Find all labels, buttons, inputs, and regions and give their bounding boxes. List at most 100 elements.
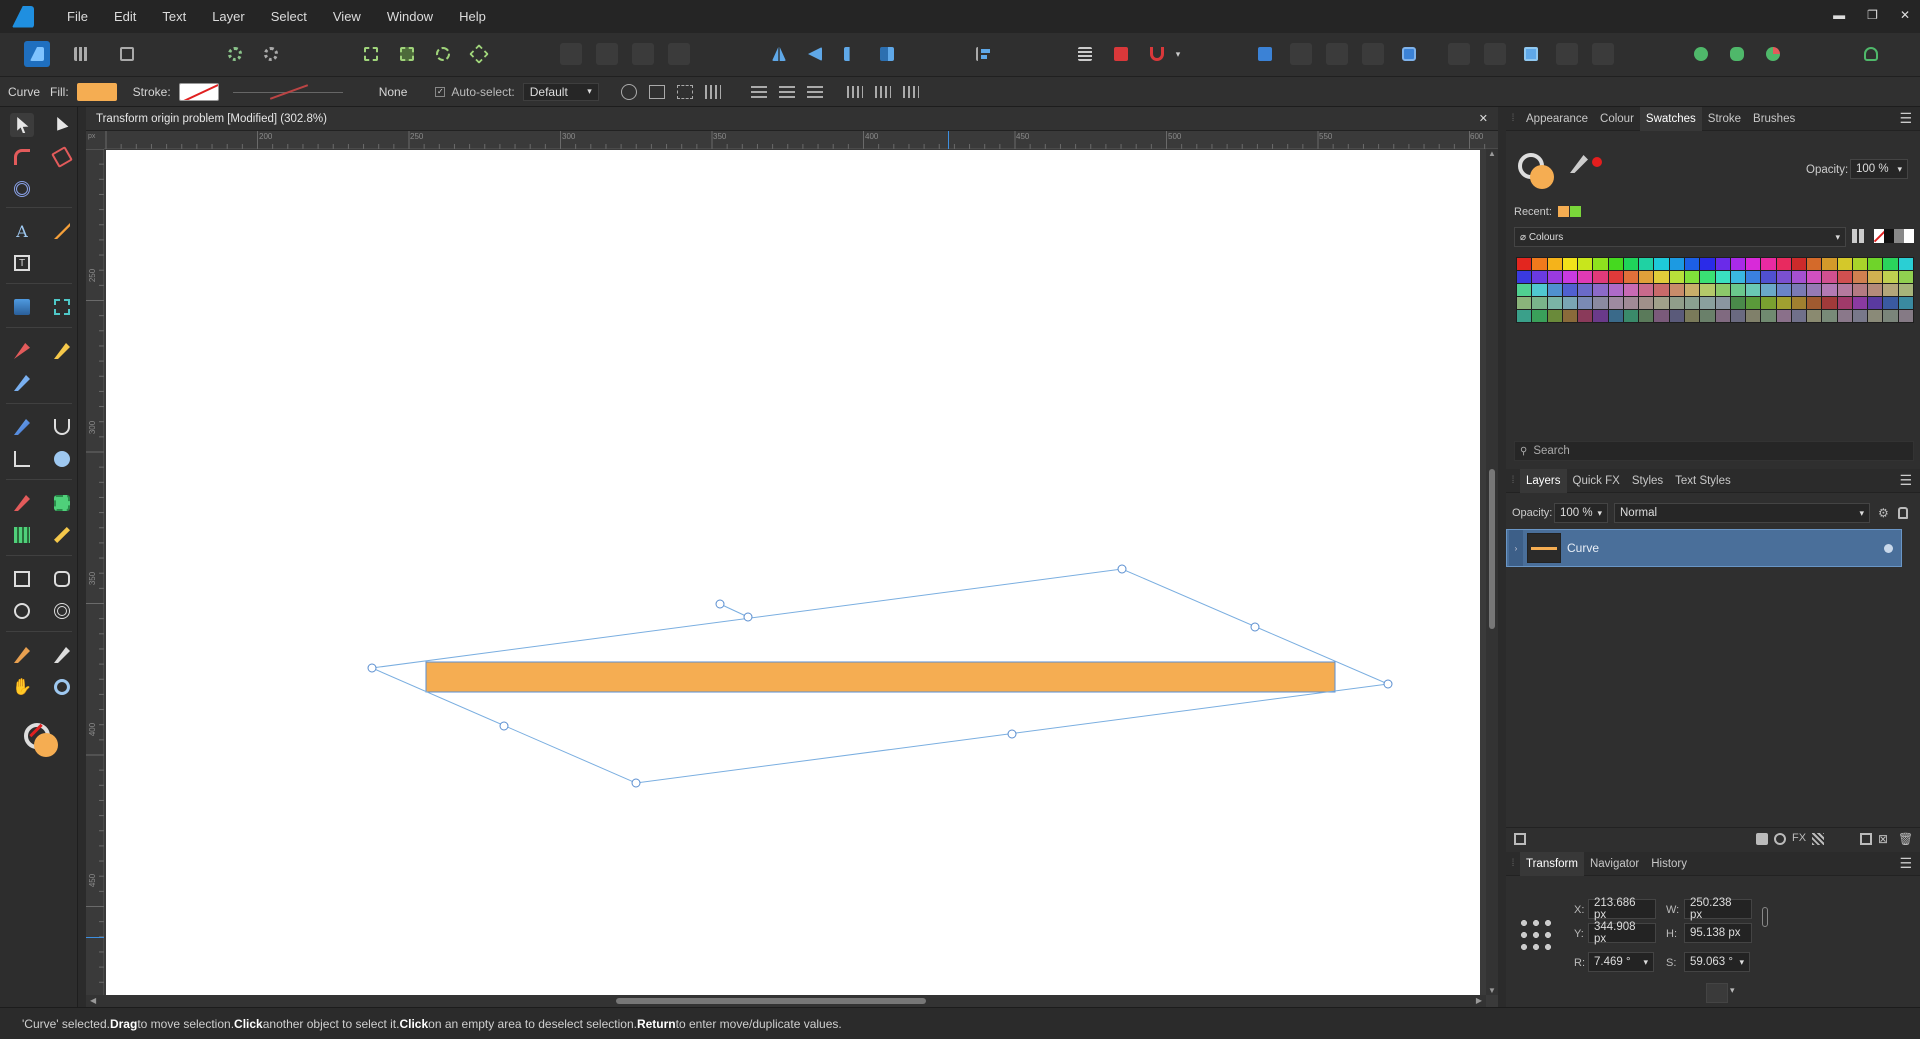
align-center-ctx-icon[interactable] (778, 85, 795, 98)
fx-icon[interactable]: FX (1792, 832, 1806, 844)
vertical-scrollbar-thumb[interactable] (1489, 469, 1495, 629)
text-path-tool-icon[interactable] (50, 219, 74, 243)
palette-swatch[interactable] (1562, 310, 1578, 322)
palette-swatch[interactable] (1623, 258, 1639, 270)
palette-swatch[interactable] (1883, 310, 1898, 322)
x-field[interactable]: 213.686 px (1588, 897, 1656, 921)
palette-swatch[interactable] (1883, 297, 1898, 309)
palette-swatch[interactable] (1822, 297, 1837, 309)
chevron-down-icon[interactable]: ▾ (1172, 43, 1184, 65)
show-transform-icon[interactable] (676, 84, 693, 99)
assistant-icon[interactable] (1520, 43, 1542, 65)
palette-swatch[interactable] (1669, 310, 1684, 322)
boolean-subtract-icon[interactable] (596, 43, 618, 65)
palette-swatch[interactable] (1761, 284, 1776, 296)
palette-swatch[interactable] (1852, 310, 1868, 322)
palette-swatch[interactable] (1608, 284, 1623, 296)
blend-mode-dropdown[interactable]: Normal ▾ (1614, 503, 1870, 523)
palette-swatch[interactable] (1715, 310, 1730, 322)
palette-swatch[interactable] (1791, 258, 1807, 270)
palette-swatch[interactable] (1639, 310, 1654, 322)
palette-swatch[interactable] (1684, 271, 1700, 283)
align-top-ctx-icon[interactable] (846, 85, 863, 98)
snapping-magnet-icon[interactable] (1146, 43, 1168, 65)
menu-window[interactable]: Window (374, 9, 446, 24)
palette-swatch[interactable] (1761, 310, 1776, 322)
arrange-front-icon[interactable] (1362, 43, 1384, 65)
flip-horizontal-icon[interactable] (768, 43, 790, 65)
palette-swatch[interactable] (1837, 271, 1852, 283)
vertical-scrollbar[interactable]: ▲ ▼ (1486, 149, 1498, 995)
color-picker-tool-icon[interactable] (10, 643, 34, 667)
palette-swatch[interactable] (1517, 297, 1532, 309)
palette-swatch[interactable] (1578, 258, 1593, 270)
palette-swatch[interactable] (1807, 284, 1822, 296)
palette-swatch[interactable] (1684, 258, 1700, 270)
palette-swatch[interactable] (1578, 284, 1593, 296)
palette-options-icon[interactable] (1852, 229, 1866, 243)
palette-swatch[interactable] (1761, 271, 1776, 283)
panel-menu-icon[interactable]: ☰ (1899, 855, 1912, 872)
tab-brushes[interactable]: Brushes (1747, 113, 1801, 125)
horizontal-ruler[interactable]: 200 250 300 350 400 450 500 550 600 (104, 131, 1498, 149)
adjustment-layer-icon[interactable] (1774, 833, 1786, 845)
palette-swatch[interactable] (1532, 297, 1547, 309)
palette-swatch[interactable] (1517, 284, 1532, 296)
palette-swatch[interactable] (1700, 271, 1715, 283)
palette-swatch[interactable] (1852, 297, 1868, 309)
menu-select[interactable]: Select (258, 9, 320, 24)
palette-swatch[interactable] (1898, 258, 1913, 270)
select-same-icon[interactable] (432, 43, 454, 65)
arrange-forward-icon[interactable] (1254, 43, 1276, 65)
ungroup-icon[interactable] (1448, 43, 1470, 65)
palette-swatch[interactable] (1608, 258, 1623, 270)
scroll-up-icon[interactable]: ▲ (1488, 149, 1496, 158)
palette-swatch[interactable] (1730, 271, 1746, 283)
tab-history[interactable]: History (1645, 858, 1693, 870)
shape-builder-tool-icon[interactable] (50, 447, 74, 471)
restore-button[interactable]: ❐ (1867, 8, 1878, 22)
swatch-search-field[interactable]: ⚲ Search (1514, 441, 1914, 461)
trash-icon[interactable]: 🗑 (1898, 832, 1913, 846)
palette-swatch[interactable] (1669, 284, 1684, 296)
autoselect-dropdown[interactable]: Default ▾ (522, 82, 599, 101)
studio-link-2-icon[interactable] (1726, 43, 1748, 65)
palette-swatch[interactable] (1852, 271, 1868, 283)
move-tool-icon[interactable] (10, 113, 34, 137)
palette-dropdown[interactable]: ⌀ Colours ▾ (1514, 227, 1846, 247)
palette-swatch[interactable] (1593, 310, 1608, 322)
palette-swatch[interactable] (1715, 284, 1730, 296)
group-icon[interactable] (1398, 43, 1420, 65)
autoselect-checkbox[interactable]: ✓ (435, 86, 446, 97)
chevron-down-icon[interactable]: ▾ (1730, 985, 1735, 996)
scroll-left-icon[interactable]: ◀ (90, 996, 96, 1005)
panel-grip-icon[interactable]: ⁞ (1506, 858, 1520, 869)
scroll-right-icon[interactable]: ▶ (1476, 996, 1482, 1005)
artistic-text-tool-icon[interactable]: A (10, 219, 34, 243)
live-filter-icon[interactable] (1812, 833, 1824, 845)
menu-text[interactable]: Text (149, 9, 199, 24)
palette-swatch[interactable] (1639, 271, 1654, 283)
palette-swatch[interactable] (1898, 310, 1913, 322)
select-invert-icon[interactable] (396, 43, 418, 65)
lock-icon[interactable] (1484, 43, 1506, 65)
panel-grip-icon[interactable]: ⁞ (1506, 475, 1520, 486)
eyedropper-2-tool-icon[interactable] (50, 643, 74, 667)
tab-text-styles[interactable]: Text Styles (1669, 475, 1737, 487)
transform-handle[interactable] (1383, 679, 1393, 689)
snapping-gear-icon[interactable] (260, 43, 282, 65)
zoom-tool-icon[interactable] (50, 675, 74, 699)
palette-swatch[interactable] (1532, 258, 1547, 270)
boolean-add-icon[interactable] (560, 43, 582, 65)
mask-layer-icon[interactable] (1756, 833, 1768, 845)
palette-swatch[interactable] (1578, 297, 1593, 309)
palette-swatch[interactable] (1639, 284, 1654, 296)
boolean-intersect-icon[interactable] (632, 43, 654, 65)
palette-swatch[interactable] (1700, 258, 1715, 270)
donut-tool-icon[interactable] (50, 599, 74, 623)
palette-swatch[interactable] (1730, 284, 1746, 296)
align-middle-ctx-icon[interactable] (874, 85, 891, 98)
link-aspect-icon[interactable] (1762, 907, 1768, 927)
palette-swatch[interactable] (1547, 297, 1562, 309)
lock-icon[interactable] (1898, 507, 1908, 519)
